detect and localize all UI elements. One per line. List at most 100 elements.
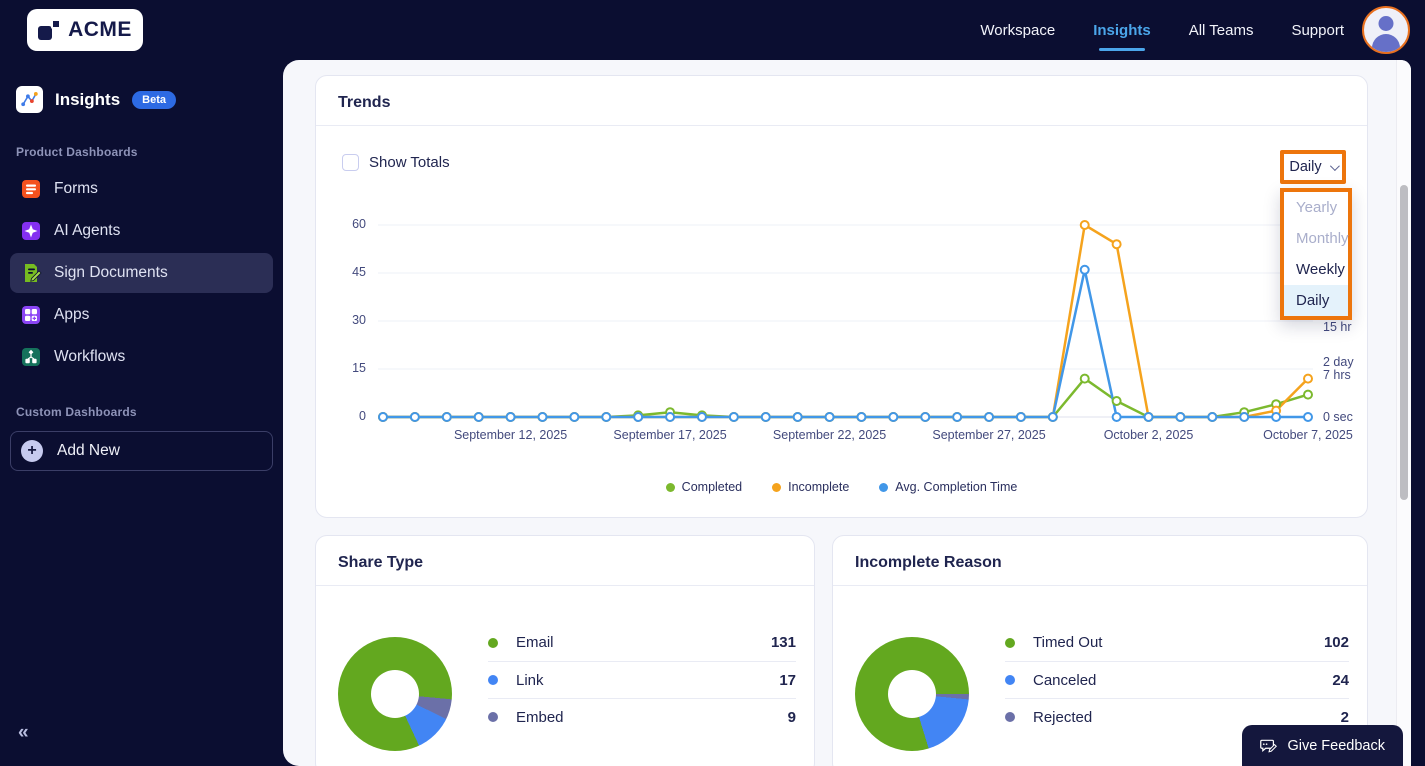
share-type-card: Share Type Email 131 Link 17 Embed 9 <box>315 535 815 766</box>
legend-dot <box>488 637 498 648</box>
share-type-donut-chart <box>338 637 452 751</box>
sidebar-item-forms[interactable]: Forms <box>10 169 273 209</box>
menu-option-monthly[interactable]: Monthly <box>1284 223 1349 254</box>
acme-logo-icon <box>38 18 62 42</box>
x-tick-label: September 27, 2025 <box>932 428 1046 442</box>
nav-all-teams[interactable]: All Teams <box>1189 16 1254 45</box>
insights-app-icon <box>16 86 43 113</box>
right-axis-tick-label: 7 hrs <box>1323 368 1351 382</box>
legend-label: Rejected <box>1033 708 1093 726</box>
sidebar-item-label: Workflows <box>54 348 126 365</box>
legend-dot <box>1005 712 1015 722</box>
incomplete-reason-donut-chart <box>855 637 969 751</box>
donut-legend-row-canceled[interactable]: Canceled 24 <box>1005 661 1349 698</box>
workflows-icon <box>20 346 42 368</box>
donut-legend-row-email[interactable]: Email 131 <box>488 624 796 661</box>
sidebar-item-sign-documents[interactable]: Sign Documents <box>10 253 273 293</box>
donut-legend-row-timed-out[interactable]: Timed Out 102 <box>1005 624 1349 661</box>
show-totals-control: Show Totals <box>342 154 450 171</box>
plus-icon: + <box>21 440 43 462</box>
legend-dot <box>1005 637 1015 648</box>
give-feedback-label: Give Feedback <box>1287 737 1385 754</box>
trends-card-title: Trends <box>316 76 1367 126</box>
legend-dot <box>488 675 498 685</box>
sidebar-item-label: Sign Documents <box>54 264 168 281</box>
show-totals-checkbox[interactable] <box>342 154 359 171</box>
right-axis-tick-label: 15 hr <box>1323 320 1352 334</box>
add-new-label: Add New <box>57 442 120 459</box>
share-type-title: Share Type <box>316 536 814 586</box>
legend-dot <box>772 482 782 492</box>
avatar-person-icon <box>1378 16 1394 31</box>
feedback-chat-pencil-icon <box>1260 739 1278 753</box>
y-tick-label: 15 <box>352 361 366 375</box>
legend-value: 2 <box>1340 708 1349 726</box>
chevron-down-icon <box>1329 160 1340 171</box>
y-tick-label: 0 <box>359 409 366 423</box>
legend-value: 102 <box>1323 634 1349 651</box>
x-tick-label: October 7, 2025 <box>1263 428 1353 442</box>
apps-icon <box>20 304 42 326</box>
sidebar-item-ai-agents[interactable]: AI Agents <box>10 211 273 251</box>
nav-support[interactable]: Support <box>1291 16 1344 45</box>
sidebar-item-label: AI Agents <box>54 222 121 239</box>
forms-icon <box>20 178 42 200</box>
give-feedback-button[interactable]: Give Feedback <box>1242 725 1403 766</box>
legend-dot <box>488 712 498 722</box>
x-tick-label: September 17, 2025 <box>613 428 727 442</box>
y-tick-label: 60 <box>352 217 366 231</box>
legend-value: 24 <box>1332 671 1349 689</box>
user-avatar[interactable] <box>1362 6 1410 54</box>
legend-value: 131 <box>770 634 796 651</box>
incomplete-reason-legend: Timed Out 102 Canceled 24 Rejected 2 <box>1005 624 1349 735</box>
menu-option-weekly[interactable]: Weekly <box>1284 254 1348 285</box>
menu-option-daily[interactable]: Daily <box>1284 285 1348 316</box>
sidebar-collapse-button[interactable]: « <box>18 722 28 744</box>
scrollbar-thumb[interactable] <box>1400 185 1408 500</box>
right-axis-tick-label: 0 sec <box>1323 410 1353 424</box>
y-tick-label: 30 <box>352 313 366 327</box>
sidebar-item-workflows[interactable]: Workflows <box>10 337 273 377</box>
menu-option-yearly[interactable]: Yearly <box>1284 192 1348 223</box>
legend-item-completed[interactable]: Completed <box>665 480 743 494</box>
x-tick-label: October 2, 2025 <box>1103 428 1194 442</box>
legend-label: Incomplete <box>788 480 850 494</box>
legend-item-incomplete[interactable]: Incomplete <box>772 480 849 494</box>
show-totals-label: Show Totals <box>369 154 450 171</box>
incomplete-reason-title: Incomplete Reason <box>833 536 1367 586</box>
vertical-scrollbar <box>1396 60 1411 766</box>
legend-label: Embed <box>516 708 564 726</box>
section-product-dashboards: Product Dashboards <box>16 145 138 159</box>
add-new-button[interactable]: + Add New <box>10 431 273 471</box>
trends-legend: Completed Incomplete Avg. Completion Time <box>316 480 1367 494</box>
sidebar-item-apps[interactable]: Apps <box>10 295 273 335</box>
legend-label: Canceled <box>1033 671 1097 689</box>
legend-label: Completed <box>681 480 743 494</box>
acme-logo[interactable]: ACME <box>27 9 143 51</box>
interval-select[interactable]: Daily <box>1280 150 1346 184</box>
section-custom-dashboards: Custom Dashboards <box>16 405 137 419</box>
y-tick-label: 45 <box>352 265 366 279</box>
sidebar-header: Insights Beta <box>0 60 283 135</box>
trends-card: Trends Show Totals Daily Yearly Monthly … <box>315 75 1368 518</box>
legend-label: Email <box>516 634 554 651</box>
legend-dot <box>1005 675 1015 685</box>
logo-text: ACME <box>68 18 132 41</box>
legend-label: Link <box>516 671 544 689</box>
sidebar: Insights Beta Product Dashboards Forms A… <box>0 60 283 766</box>
top-bar: ACME Workspace Insights All Teams Suppor… <box>0 0 1425 60</box>
legend-value: 17 <box>779 671 796 689</box>
donut-legend-row-link[interactable]: Link 17 <box>488 661 796 698</box>
sidebar-item-label: Forms <box>54 180 98 197</box>
nav-insights[interactable]: Insights <box>1093 16 1151 45</box>
nav-workspace[interactable]: Workspace <box>980 16 1055 45</box>
legend-dot <box>665 482 675 492</box>
x-tick-label: September 12, 2025 <box>453 428 568 442</box>
legend-label: Timed Out <box>1033 634 1103 651</box>
legend-value: 9 <box>787 708 796 726</box>
right-axis-tick-label: 2 day <box>1323 355 1354 369</box>
share-type-legend: Email 131 Link 17 Embed 9 <box>488 624 796 735</box>
legend-item-avg-completion-time[interactable]: Avg. Completion Time <box>879 480 1017 494</box>
beta-badge: Beta <box>132 90 177 109</box>
donut-legend-row-embed[interactable]: Embed 9 <box>488 698 796 735</box>
